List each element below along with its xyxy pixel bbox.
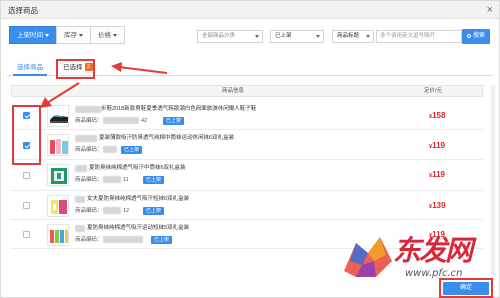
product-price: ¥119 (429, 170, 445, 179)
product-name: 女夫夏防臭袜纯棉透气吸汗短袜6双礼盒装 (87, 196, 190, 202)
table-row[interactable]: 女夫夏防臭袜纯棉透气吸汗短袜6双礼盒装 商品编码： 12 已上架 ¥139 (11, 192, 483, 220)
table-row[interactable]: 夏防臭袜纯棉透气吸汗中筒袜6双礼盒装 商品编码： 11 已上架 ¥119 (11, 161, 483, 191)
blurred-text (75, 165, 87, 172)
product-price: ¥119 (429, 141, 445, 150)
blurred-code (103, 236, 143, 243)
blurred-text (75, 135, 97, 142)
product-thumbnail (47, 195, 69, 217)
tab-select-products[interactable]: 选择商品 (13, 61, 47, 76)
watermark-logo (336, 231, 396, 281)
filter-bar: 上架时间 库存 价格 全部商品分类 已上架 商品标题 多个请用英文逗号隔开 搜索 (1, 26, 499, 46)
product-code-label: 商品编码： (75, 118, 103, 124)
product-name: 步鞋2018新款男鞋夏季透气韩版潮白色网面旅游休闲懒人鞋子鞋 (101, 106, 257, 112)
search-icon (466, 34, 471, 38)
product-code-label: 商品编码： (75, 237, 103, 243)
blurred-text (75, 225, 85, 232)
chevron-down-icon (366, 35, 370, 38)
blurred-code (103, 207, 121, 214)
product-code-tail: 12 (123, 208, 130, 214)
blurred-code (103, 117, 139, 124)
table-row[interactable]: 步鞋2018新款男鞋夏季透气韩版潮白色网面旅游休闲懒人鞋子鞋 商品编码： 42 … (11, 102, 483, 130)
search-button[interactable]: 搜索 (462, 29, 490, 44)
table-row[interactable]: 夏装薄款吸汗防臭透气纯棉中筒袜运动休闲袜6双礼盒装 商品编码： 已上架 ¥119 (11, 131, 483, 160)
search-field-select[interactable]: 商品标题 (332, 30, 374, 43)
product-price: ¥139 (429, 201, 446, 210)
chevron-down-icon (316, 35, 320, 38)
sort-by-stock-button[interactable]: 库存 (56, 26, 91, 44)
annotation-highlight-tab (56, 59, 95, 79)
row-checkbox[interactable] (23, 202, 30, 209)
product-thumbnail (47, 224, 69, 246)
status-badge: 已上架 (151, 236, 173, 244)
watermark-brand: 东发网 (393, 234, 473, 267)
status-badge: 已上架 (163, 117, 185, 125)
table-scrollbar[interactable] (491, 85, 495, 275)
sort-button-group: 上架时间 库存 价格 (9, 26, 125, 44)
blurred-text (75, 196, 85, 203)
chevron-down-icon (255, 35, 259, 38)
caret-down-icon (79, 33, 83, 37)
row-checkbox[interactable] (23, 172, 30, 179)
blurred-code (103, 146, 117, 153)
annotation-arrow-icon (111, 62, 168, 74)
category-select[interactable]: 全部商品分类 (197, 30, 263, 43)
annotation-arrow-icon (40, 82, 80, 108)
status-badge: 已上架 (143, 176, 165, 184)
status-badge: 已上架 (121, 146, 143, 154)
product-thumbnail (47, 134, 69, 156)
search-input[interactable]: 多个请用英文逗号隔开 (376, 30, 462, 43)
product-name: 夏防臭袜纯棉透气吸汗中筒袜6双礼盒装 (89, 165, 186, 171)
column-header-price: 定价/元 (424, 88, 443, 94)
product-code-label: 商品编码： (75, 147, 103, 153)
product-code-tail: 42 (141, 118, 148, 124)
product-code-tail: 11 (123, 177, 129, 183)
column-header-info: 商品信息 (222, 88, 245, 94)
product-code-label: 商品编码： (75, 177, 103, 183)
sort-by-listing-time-button[interactable]: 上架时间 (9, 26, 57, 44)
confirm-button[interactable]: 确定 (443, 282, 489, 295)
blurred-code (103, 176, 121, 183)
sort-by-price-button[interactable]: 价格 (90, 26, 125, 44)
select-product-dialog: 选择商品 × 上架时间 库存 价格 全部商品分类 已上架 商品标题 多个请用英文… (0, 0, 500, 298)
caret-down-icon (113, 33, 117, 37)
product-price: ¥158 (429, 111, 446, 120)
status-badge: 已上架 (143, 207, 165, 215)
dialog-title: 选择商品 (8, 6, 38, 15)
table-header: 商品信息 定价/元 (11, 85, 483, 97)
status-select[interactable]: 已上架 (270, 30, 324, 43)
dialog-header: 选择商品 × (1, 1, 499, 19)
product-thumbnail (47, 164, 69, 186)
product-code-label: 商品编码： (75, 208, 103, 214)
caret-down-icon (45, 33, 49, 37)
product-name: 夏装薄款吸汗防臭透气纯棉中筒袜运动休闲袜6双礼盒装 (99, 135, 235, 141)
annotation-highlight-checkboxes (12, 105, 41, 165)
close-icon[interactable]: × (487, 3, 493, 17)
product-name: 夏防臭袜纯棉透气吸汗运动短袜5双礼盒装 (87, 225, 190, 231)
row-checkbox[interactable] (23, 231, 30, 238)
